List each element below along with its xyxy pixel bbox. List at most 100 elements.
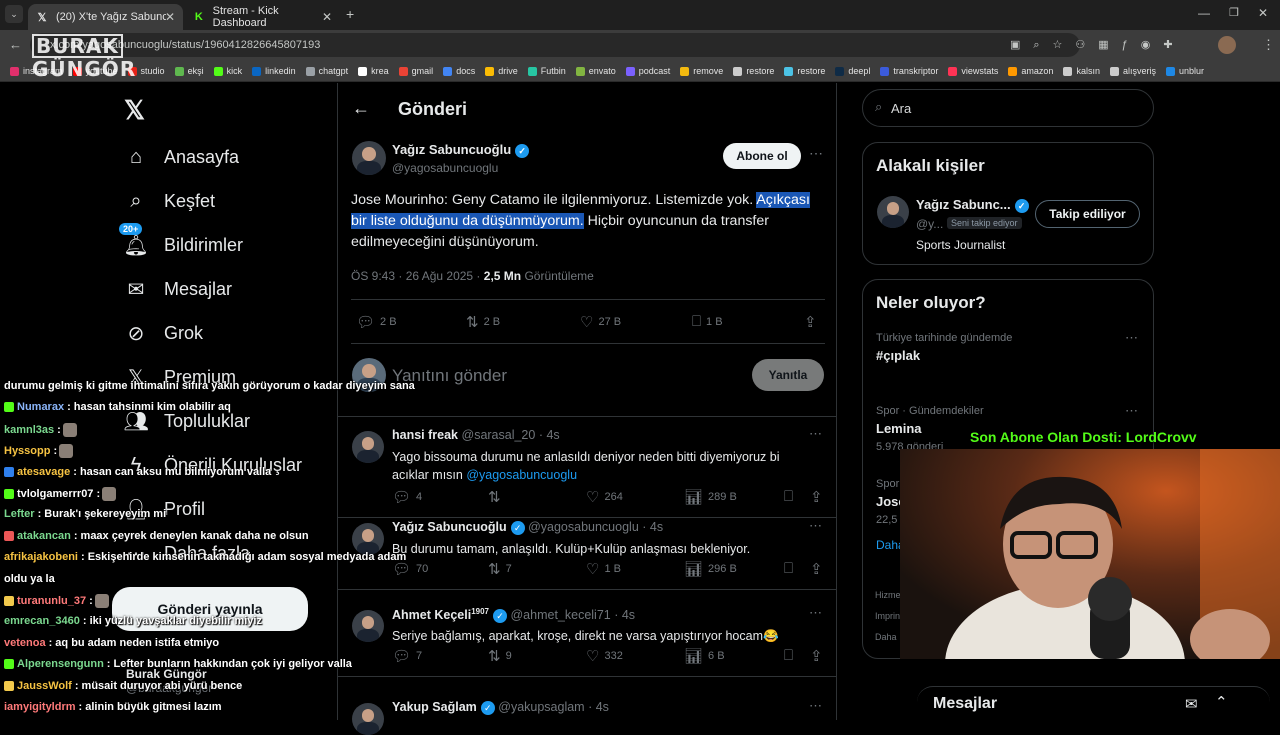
messages-drawer[interactable]: Mesajlar ✉ ⌃ — [917, 686, 1270, 720]
footer-link[interactable]: Daha — [875, 627, 901, 648]
like-button[interactable]: ♡ 27 B — [580, 313, 621, 331]
new-tab-button[interactable]: + — [346, 6, 354, 22]
subscribe-button[interactable]: Abone ol — [723, 143, 801, 169]
bookmark-button[interactable]: ⎕ 1 B — [692, 313, 723, 330]
close-tab-icon[interactable]: ✕ — [165, 10, 175, 24]
share-button[interactable]: ⇪ — [810, 647, 828, 665]
bookmark-button[interactable]: ⎕ — [784, 647, 798, 664]
views-button[interactable]: 📊︎ 296 B — [684, 560, 737, 578]
more-options-icon[interactable]: ⋯ — [809, 698, 822, 714]
chat-badge-icon — [4, 680, 14, 691]
views-icon: 📊︎ — [684, 489, 704, 506]
bookmark-3[interactable]: ekşi — [174, 60, 204, 81]
following-button[interactable]: Takip ediliyor — [1035, 200, 1140, 228]
bookmark-10[interactable]: drive — [485, 60, 518, 81]
profile-avatar[interactable] — [1218, 36, 1236, 54]
x-logo-icon[interactable]: 𝕏 — [124, 95, 145, 126]
repost-button[interactable]: ⇅ — [488, 488, 506, 506]
bookmark-favicon-icon — [358, 66, 368, 76]
like-button[interactable]: ♡ 1 B — [586, 560, 621, 578]
new-message-icon[interactable]: ✉ — [1185, 695, 1198, 713]
back-icon[interactable]: ← — [9, 37, 22, 52]
reply-button[interactable]: 💬︎ 4 — [392, 488, 422, 506]
share-button[interactable]: ⇪ — [804, 313, 822, 331]
related-avatar[interactable] — [877, 196, 909, 228]
sidebar-item-0[interactable]: ⌂ Anasayfa — [124, 145, 239, 169]
trends-title: Neler oluyor? — [876, 293, 986, 312]
bookmark-8[interactable]: gmail — [398, 60, 433, 81]
footer-link[interactable]: Hizme — [875, 585, 901, 606]
minimize-icon[interactable]: — — [1198, 6, 1210, 20]
more-options-icon[interactable]: ⋯ — [809, 518, 822, 534]
repost-button[interactable]: ⇅ 7 — [488, 560, 512, 578]
reply-button[interactable]: 💬︎ 7 — [392, 647, 422, 665]
chat-emote-icon — [62, 422, 77, 437]
more-options-icon[interactable]: ⋯ — [809, 605, 822, 621]
footer-link[interactable]: Imprin — [875, 606, 901, 627]
reply-submit-button[interactable]: Yanıtla — [752, 359, 824, 391]
bookmark-9[interactable]: docs — [443, 60, 475, 81]
bookmark-17[interactable]: deepl — [835, 60, 870, 81]
expand-icon[interactable]: ⌃ — [1215, 693, 1228, 711]
bookmark-7[interactable]: krea — [358, 60, 389, 81]
more-options-icon[interactable]: ⋯ — [809, 145, 823, 162]
bookmark-20[interactable]: amazon — [1008, 60, 1053, 81]
share-button[interactable]: ⇪ — [810, 560, 828, 578]
author-name[interactable]: Yağız Sabuncuoğlu ✓ — [392, 142, 530, 158]
repost-button[interactable]: ⇅ 9 — [488, 647, 512, 665]
reply-header: Yağız Sabuncuoğlu ✓ @yagosabuncuoglu · 4s — [392, 520, 664, 535]
chat-message: durumu gelmiş ki gitme ihtimalini sıfıra… — [4, 380, 415, 392]
author-avatar[interactable] — [352, 141, 386, 175]
tab-kick-dashboard[interactable]: K Stream - Kick Dashboard ✕ — [185, 4, 340, 30]
bookmark-14[interactable]: remove — [680, 60, 723, 81]
chat-emote-icon — [59, 444, 74, 459]
sidebar-item-2[interactable]: 🔔︎ Bildirimler 20+ — [119, 223, 243, 257]
chat-message: Numarax: hasan tahsinmi kim olabilir aq — [4, 401, 231, 413]
share-icon: ⇪ — [810, 561, 823, 578]
chat-message: oldu ya la — [4, 572, 55, 585]
tab-search-button[interactable]: ⌄ — [5, 5, 23, 23]
bookmark-button[interactable]: ⎕ — [784, 488, 798, 505]
sidebar-item-3[interactable]: ✉ Mesajlar — [124, 277, 232, 301]
bookmark-favicon-icon — [443, 66, 453, 76]
views-button[interactable]: 📊︎ 6 B — [684, 647, 725, 665]
close-tab-icon[interactable]: ✕ — [322, 10, 332, 24]
more-options-icon[interactable]: ⋯ — [809, 426, 822, 442]
search-box[interactable]: ⌕ Ara — [862, 89, 1154, 127]
bookmark-6[interactable]: chatgpt — [305, 60, 348, 81]
bookmark-21[interactable]: kalsın — [1063, 60, 1100, 81]
like-button[interactable]: ♡ 332 — [586, 647, 623, 665]
streamer-logo: BURAK GÜNGÖR — [32, 34, 137, 81]
bookmark-23[interactable]: unblur — [1165, 60, 1204, 81]
bookmark-button[interactable]: ⎕ — [784, 560, 798, 577]
bookmark-favicon-icon — [680, 66, 690, 76]
bookmark-15[interactable]: restore — [733, 60, 774, 81]
bookmark-16[interactable]: restore — [784, 60, 825, 81]
close-window-icon[interactable]: ✕ — [1258, 6, 1268, 20]
sidebar-item-4[interactable]: ⊘ Grok — [124, 321, 203, 345]
bookmark-13[interactable]: podcast — [625, 60, 670, 81]
share-button[interactable]: ⇪ — [810, 488, 828, 506]
reply-button[interactable]: 💬︎ 2 B — [356, 313, 397, 331]
like-button[interactable]: ♡ 264 — [586, 488, 623, 506]
bookmark-12[interactable]: envato — [575, 60, 616, 81]
views-button[interactable]: 📊︎ 289 B — [684, 488, 737, 506]
related-name[interactable]: Yağız Sabunc... ✓ — [916, 197, 1029, 213]
back-arrow-icon[interactable]: ← — [352, 98, 370, 119]
bookmark-11[interactable]: Futbin — [527, 60, 566, 81]
bookmark-4[interactable]: kick — [213, 60, 242, 81]
tab-x-post[interactable]: 𝕏 (20) X'te Yağız Sabuncuoğlu: "J... ✕ — [28, 4, 183, 30]
more-options-icon[interactable]: ⋯ — [1125, 330, 1138, 346]
bookmark-5[interactable]: linkedin — [252, 60, 296, 81]
sidebar-item-1[interactable]: ⌕ Keşfet — [124, 189, 215, 213]
extension-icons[interactable]: ▣⌕☆⚇▦ƒ◉✚ — [1010, 38, 1186, 52]
bookmark-22[interactable]: alışveriş — [1109, 60, 1156, 81]
repost-button[interactable]: ⇅ 2 B — [466, 313, 500, 331]
more-options-icon[interactable]: ⋯ — [1125, 403, 1138, 419]
author-handle[interactable]: @yagosabuncuoglu — [392, 161, 498, 175]
bookmark-19[interactable]: viewstats — [948, 60, 998, 81]
url-input[interactable]: x.com/yagosabuncuoglu/status/19604128266… — [30, 33, 1080, 57]
menu-icon[interactable]: ⋮ — [1262, 37, 1275, 53]
maximize-icon[interactable]: ❐ — [1229, 6, 1239, 19]
bookmark-18[interactable]: transkriptor — [880, 60, 938, 81]
